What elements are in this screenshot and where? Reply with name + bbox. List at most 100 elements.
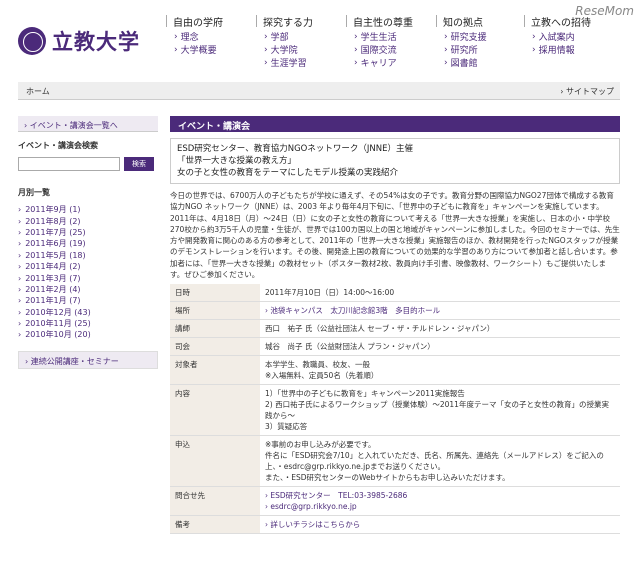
info-row: 対象者 本学学生、教職員、校友、一般 ※入場無料、定員50名（先着順） [170, 355, 620, 386]
nav-item[interactable]: 理念 [174, 30, 223, 43]
info-link[interactable]: 池袋キャンパス 太刀川記念館3階 多目的ホール [265, 305, 615, 316]
event-heading: ESD研究センター、教育協力NGOネットワーク（JNNE）主催 「世界一大きな授… [170, 138, 620, 184]
info-text: 西口 祐子 氏（公益社団法人 セーブ・ザ・チルドレン・ジャパン） [265, 324, 495, 334]
university-logo[interactable]: 立教大学 [18, 26, 140, 56]
info-link[interactable]: 詳しいチラシはこちらから [265, 519, 615, 530]
info-text: 城谷 尚子 氏（公益財団法人 プラン・ジャパン） [265, 342, 435, 352]
event-info-table: 日時 2011年7月10日（日）14:00〜16:00 場所池袋キャンパス 太刀川記… [170, 284, 620, 535]
monthly-title: 月別一覧 [18, 188, 50, 197]
monthly-list: 2011年9月 (1) 2011年8月 (2) 2011年7月 (25) 201… [18, 204, 158, 341]
info-text: 2011年7月10日（日）14:00〜16:00 [265, 288, 395, 298]
info-link[interactable]: ESD研究センター TEL:03-3985-2686 [265, 490, 615, 501]
info-row: 備考詳しいチラシはこちらから [170, 515, 620, 535]
nav-head[interactable]: 探究する力 [256, 14, 313, 29]
month-link[interactable]: 2011年2月 (4) [18, 284, 158, 295]
nav-item[interactable]: 生涯学習 [264, 56, 313, 69]
month-link[interactable]: 2011年6月 (19) [18, 238, 158, 249]
month-link[interactable]: 2011年9月 (1) [18, 204, 158, 215]
info-row: 司会 城谷 尚子 氏（公益財団法人 プラン・ジャパン） [170, 337, 620, 357]
nav-item[interactable]: 採用情報 [532, 43, 591, 56]
event-description: 今日の世界では、6700万人の子どもたちが学校に通えず、その54%は女の子です。… [170, 191, 620, 280]
nav-group-3: 自主性の尊重 学生生活 国際交流 キャリア [346, 14, 413, 70]
search-input[interactable] [18, 157, 120, 171]
nav-item[interactable]: 図書館 [444, 56, 487, 69]
info-label: 問合せ先 [170, 486, 260, 517]
search-button[interactable]: 検索 [124, 157, 154, 171]
nav-item[interactable]: 研究所 [444, 43, 487, 56]
nav-item[interactable]: 学生生活 [354, 30, 413, 43]
month-link[interactable]: 2010年12月 (43) [18, 307, 158, 318]
info-text: ※事前のお申し込みが必要です。 [265, 440, 376, 450]
month-link[interactable]: 2011年4月 (2) [18, 261, 158, 272]
crest-icon [18, 27, 46, 55]
nav-head[interactable]: 立教への招待 [524, 14, 591, 29]
info-value: 西口 祐子 氏（公益社団法人 セーブ・ザ・チルドレン・ジャパン） [260, 319, 620, 339]
info-link[interactable]: esdrc@grp.rikkyo.ne.jp [265, 501, 615, 512]
month-link[interactable]: 2011年7月 (25) [18, 227, 158, 238]
nav-item[interactable]: 国際交流 [354, 43, 413, 56]
month-link[interactable]: 2011年5月 (18) [18, 250, 158, 261]
nav-item[interactable]: 大学院 [264, 43, 313, 56]
info-value: 池袋キャンパス 太刀川記念館3階 多目的ホール [260, 301, 620, 321]
info-row: 日時 2011年7月10日（日）14:00〜16:00 [170, 284, 620, 303]
nav-item[interactable]: キャリア [354, 56, 413, 69]
main-content: イベント・講演会 ESD研究センター、教育協力NGOネットワーク（JNNE）主催… [170, 116, 620, 535]
info-row: 場所池袋キャンパス 太刀川記念館3階 多目的ホール [170, 301, 620, 321]
nav-head[interactable]: 自主性の尊重 [346, 14, 413, 29]
event-subtitle: 女の子と女性の教育をテーマにしたモデル授業の実践紹介 [177, 168, 399, 178]
breadcrumb: ホーム サイトマップ [18, 82, 620, 100]
sitemap-link[interactable]: サイトマップ [560, 86, 614, 97]
info-value: 1）「世界中の子どもに教育を」キャンペーン2011実施報告 2) 西口祐子氏による… [260, 384, 620, 437]
search-form: 検索 [18, 157, 158, 171]
sidebar: イベント・講演会一覧へ イベント・講演会検索 検索 月別一覧 2011年9月 (… [18, 116, 158, 369]
search-title: イベント・講演会検索 [18, 141, 98, 150]
info-label: 申込 [170, 435, 260, 488]
info-value: 詳しいチラシはこちらから [260, 515, 620, 535]
info-text: 2) 西口祐子氏によるワークショップ（授業体験）〜2011年度テーマ「女の子と女… [265, 400, 609, 421]
nav-item[interactable]: 研究支援 [444, 30, 487, 43]
info-text: 1）「世界中の子どもに教育を」キャンペーン2011実施報告 [265, 389, 465, 399]
month-link[interactable]: 2011年3月 (7) [18, 272, 158, 283]
nav-head[interactable]: 知の拠点 [436, 14, 487, 29]
nav-item[interactable]: 入試案内 [532, 30, 591, 43]
info-label: 場所 [170, 301, 260, 321]
info-row: 講師 西口 祐子 氏（公益社団法人 セーブ・ザ・チルドレン・ジャパン） [170, 319, 620, 339]
nav-group-2: 探究する力 学部 大学院 生涯学習 [256, 14, 313, 70]
breadcrumb-home[interactable]: ホーム [26, 86, 50, 97]
nav-group-1: 自由の学府 理念 大学概要 [166, 14, 223, 57]
info-value: 城谷 尚子 氏（公益財団法人 プラン・ジャパン） [260, 337, 620, 357]
info-text: 本学学生、教職員、校友、一般 [265, 360, 370, 370]
page-title: イベント・講演会 [170, 116, 620, 132]
event-organizer: ESD研究センター、教育協力NGOネットワーク（JNNE）主催 [177, 144, 413, 154]
info-text: また、・ESD研究センターのWebサイトからもお申し込みいただけます。 [265, 473, 510, 483]
info-row: 内容 1）「世界中の子どもに教育を」キャンペーン2011実施報告 2) 西口祐子氏に… [170, 384, 620, 437]
event-title: 「世界一大きな授業の教え方」 [177, 156, 297, 166]
info-row: 申込 ※事前のお申し込みが必要です。 件名に「ESD研究会7/10」と入れていただき… [170, 435, 620, 488]
info-label: 対象者 [170, 355, 260, 386]
month-link[interactable]: 2010年10月 (20) [18, 329, 158, 340]
info-label: 講師 [170, 319, 260, 339]
info-label: 日時 [170, 284, 260, 303]
info-row: 問合せ先ESD研究センター TEL:03-3985-2686esdrc@grp.… [170, 486, 620, 517]
month-link[interactable]: 2011年1月 (7) [18, 295, 158, 306]
nav-item[interactable]: 学部 [264, 30, 313, 43]
site-header: 立教大学 ReseMom 自由の学府 理念 大学概要 探究する力 学部 大学院 … [0, 0, 640, 78]
info-value: 本学学生、教職員、校友、一般 ※入場無料、定員50名（先着順） [260, 355, 620, 386]
nav-head[interactable]: 自由の学府 [166, 14, 223, 29]
month-link[interactable]: 2010年11月 (25) [18, 318, 158, 329]
info-value: 2011年7月10日（日）14:00〜16:00 [260, 284, 620, 303]
nav-item[interactable]: 大学概要 [174, 43, 223, 56]
info-label: 司会 [170, 337, 260, 357]
info-text: 件名に「ESD研究会7/10」と入れていただき、氏名、所属先、連絡先（メールアド… [265, 451, 604, 472]
info-text: 3）質疑応答 [265, 422, 308, 432]
info-value: ESD研究センター TEL:03-3985-2686esdrc@grp.rikk… [260, 486, 620, 517]
nav-group-5: 立教への招待 入試案内 採用情報 [524, 14, 591, 57]
info-label: 内容 [170, 384, 260, 437]
info-value: ※事前のお申し込みが必要です。 件名に「ESD研究会7/10」と入れていただき、氏… [260, 435, 620, 488]
month-link[interactable]: 2011年8月 (2) [18, 215, 158, 226]
nav-group-4: 知の拠点 研究支援 研究所 図書館 [436, 14, 487, 70]
info-label: 備考 [170, 515, 260, 535]
lecture-series-link[interactable]: 連続公開講座・セミナー [18, 350, 158, 369]
event-list-link[interactable]: イベント・講演会一覧へ [18, 116, 158, 132]
logo-text: 立教大学 [52, 30, 140, 54]
